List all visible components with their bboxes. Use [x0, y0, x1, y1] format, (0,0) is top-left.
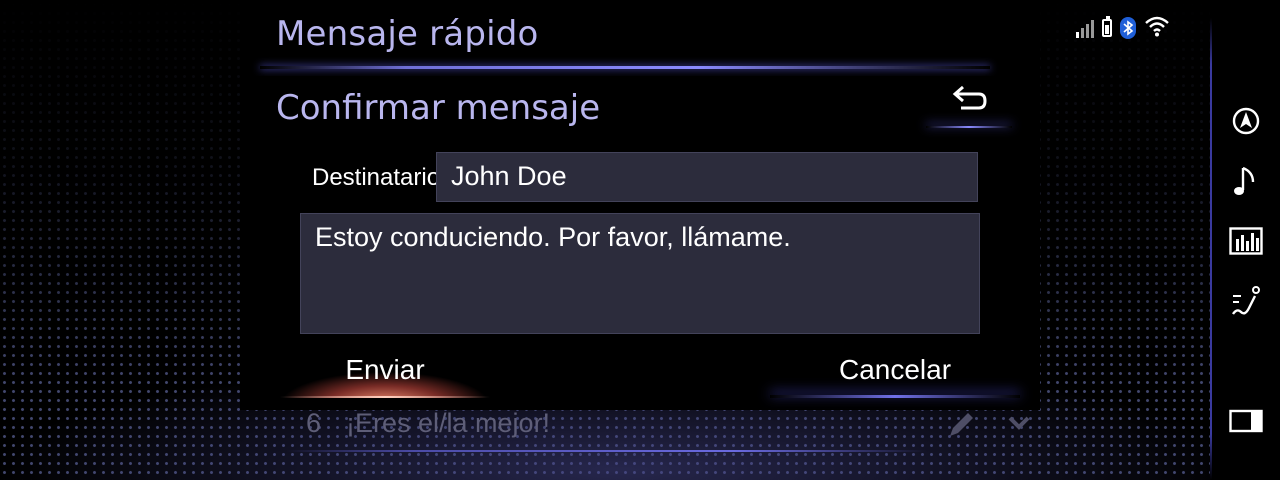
- wifi-icon: [1144, 15, 1170, 41]
- signal-icon: [1076, 18, 1094, 38]
- list-item[interactable]: 6 ¡Eres el/la mejor!: [290, 406, 1040, 450]
- cancel-button[interactable]: Cancelar: [770, 346, 1020, 398]
- chevron-down-icon[interactable]: [1004, 406, 1034, 443]
- bluetooth-icon: [1120, 17, 1136, 39]
- back-arrow-icon: [949, 84, 989, 118]
- send-button[interactable]: Enviar: [260, 346, 510, 398]
- recipient-field[interactable]: John Doe: [436, 152, 978, 202]
- list-divider: [286, 450, 926, 452]
- page-title: Mensaje rápido: [276, 14, 539, 54]
- recipient-label: Destinatario:: [312, 164, 447, 191]
- back-button[interactable]: [926, 84, 1012, 128]
- confirm-dialog: Confirmar mensaje Destinatario: John Doe…: [240, 76, 1040, 410]
- pencil-icon[interactable]: [944, 408, 978, 449]
- battery-icon: [1102, 16, 1112, 37]
- list-item-text: ¡Eres el/la mejor!: [346, 408, 551, 438]
- message-field[interactable]: Estoy conduciendo. Por favor, llámame.: [300, 213, 980, 334]
- status-bar: [1076, 16, 1170, 40]
- equalizer-icon[interactable]: [1226, 221, 1266, 261]
- list-item-number: 6: [306, 408, 322, 438]
- header-divider: [260, 66, 990, 69]
- navigation-icon[interactable]: [1226, 101, 1266, 141]
- seat-climate-icon[interactable]: [1226, 281, 1266, 321]
- rail-divider: [1210, 18, 1212, 480]
- dialog-title: Confirmar mensaje: [276, 88, 601, 128]
- music-icon[interactable]: [1226, 161, 1266, 201]
- screen-split-icon[interactable]: [1226, 401, 1266, 441]
